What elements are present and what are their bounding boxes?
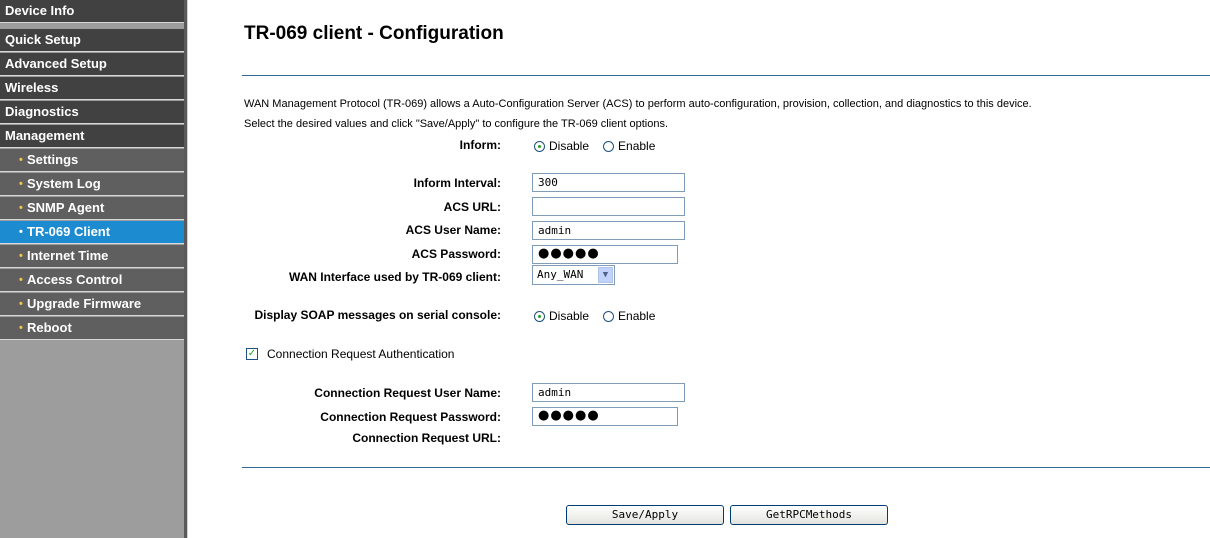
bullet-icon: • (19, 154, 23, 166)
acs-url-label: ACS URL: (443, 200, 501, 214)
acs-password-label: ACS Password: (411, 247, 501, 261)
soap-enable-radio[interactable] (603, 310, 615, 322)
sidebar-item-management[interactable]: Management (0, 125, 184, 148)
connection-username-input[interactable]: admin (532, 383, 685, 402)
sidebar-item-system-log[interactable]: • System Log (0, 173, 184, 196)
soap-enable-label: Enable (618, 309, 656, 323)
inform-disable-radio[interactable] (534, 140, 545, 152)
inform-radio-group: Disable Enable (534, 139, 669, 153)
bullet-icon: • (19, 226, 23, 238)
bullet-icon: • (19, 322, 23, 334)
sidebar-item-snmp-agent[interactable]: • SNMP Agent (0, 197, 184, 220)
sidebar-item-label: System Log (27, 176, 101, 191)
sidebar-item-label: Upgrade Firmware (27, 296, 142, 311)
sidebar-divider-highlight (187, 0, 188, 538)
sidebar-item-label: Access Control (27, 272, 123, 287)
sidebar-nav: Device Info Quick Setup Advanced Setup W… (0, 0, 184, 538)
sidebar-item-settings[interactable]: • Settings (0, 149, 184, 172)
soap-disable-label: Disable (549, 309, 590, 323)
description-line-1: WAN Management Protocol (TR-069) allows … (244, 98, 1032, 110)
sidebar-item-quick-setup[interactable]: Quick Setup (0, 29, 184, 52)
sidebar-item-label: Quick Setup (5, 32, 81, 47)
bullet-icon: • (19, 298, 23, 310)
connection-password-label: Connection Request Password: (320, 410, 501, 424)
sidebar-item-device-info[interactable]: Device Info (0, 0, 184, 23)
sidebar-item-internet-time[interactable]: • Internet Time (0, 245, 184, 268)
sidebar-item-wireless[interactable]: Wireless (0, 77, 184, 100)
connection-url-label: Connection Request URL: (352, 431, 501, 445)
sidebar-item-reboot[interactable]: • Reboot (0, 317, 184, 340)
bullet-icon: • (19, 202, 23, 214)
sidebar-item-upgrade-firmware[interactable]: • Upgrade Firmware (0, 293, 184, 316)
acs-username-label: ACS User Name: (405, 223, 501, 237)
sidebar-item-access-control[interactable]: • Access Control (0, 269, 184, 292)
connection-password-input[interactable]: ●●●●● (532, 407, 678, 426)
sidebar-item-tr069-client[interactable]: • TR-069 Client (0, 221, 184, 244)
soap-disable-radio[interactable] (534, 310, 545, 322)
acs-username-input[interactable]: admin (532, 221, 685, 240)
bottom-divider (242, 467, 1210, 468)
page-title: TR-069 client - Configuration (244, 23, 504, 44)
save-apply-button[interactable]: Save/Apply (566, 505, 724, 525)
sidebar-item-label: Internet Time (27, 248, 109, 263)
wan-interface-value: Any_WAN (537, 268, 584, 281)
sidebar-item-advanced-setup[interactable]: Advanced Setup (0, 53, 184, 76)
soap-radio-group: Disable Enable (534, 309, 669, 323)
connection-username-label: Connection Request User Name: (314, 386, 501, 400)
sidebar-item-label: Settings (27, 152, 79, 167)
bullet-icon: • (19, 250, 23, 262)
inform-disable-label: Disable (549, 139, 590, 153)
get-rpc-methods-button[interactable]: GetRPCMethods (730, 505, 888, 525)
acs-password-input[interactable]: ●●●●● (532, 245, 678, 264)
bullet-icon: • (19, 178, 23, 190)
wan-interface-label: WAN Interface used by TR-069 client: (288, 270, 501, 284)
inform-label: Inform: (459, 138, 501, 152)
connection-auth-checkbox[interactable]: ✓ (246, 348, 258, 360)
sidebar-item-label: TR-069 Client (27, 224, 111, 239)
sidebar-item-label: Reboot (27, 320, 72, 335)
sidebar-item-label: SNMP Agent (27, 200, 105, 215)
inform-enable-radio[interactable] (603, 140, 615, 152)
sidebar-item-label: Advanced Setup (5, 56, 107, 71)
chevron-down-icon[interactable]: ▼ (598, 267, 613, 283)
sidebar-item-diagnostics[interactable]: Diagnostics (0, 101, 184, 124)
top-divider (242, 75, 1210, 76)
description-line-2: Select the desired values and click "Sav… (244, 118, 669, 130)
inform-interval-label: Inform Interval: (413, 176, 501, 190)
acs-url-input[interactable] (532, 197, 685, 216)
soap-messages-label: Display SOAP messages on serial console: (254, 308, 501, 322)
inform-enable-label: Enable (618, 139, 656, 153)
sidebar-item-label: Device Info (5, 3, 75, 18)
inform-interval-input[interactable]: 300 (532, 173, 685, 192)
bullet-icon: • (19, 274, 23, 286)
sidebar-item-label: Management (5, 128, 85, 143)
sidebar-item-label: Wireless (5, 80, 59, 95)
wan-interface-select[interactable]: Any_WAN ▼ (532, 265, 615, 285)
connection-auth-label: Connection Request Authentication (267, 347, 455, 361)
sidebar-item-label: Diagnostics (5, 104, 79, 119)
